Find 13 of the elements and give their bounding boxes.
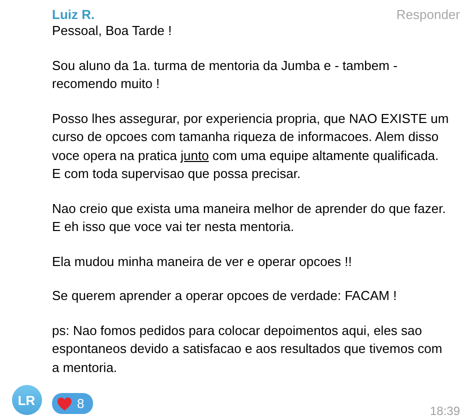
heart-icon [57,396,72,410]
avatar[interactable]: LR [12,385,42,415]
message-paragraph: ps: Nao fomos pedidos para colocar depoimentos aqui, eles sao espontaneos devido a satisfacao e aos resultados que tivemos com a mentoria. [52,322,444,376]
message-paragraph: Posso lhes assegurar, por experiencia propria, que NAO EXISTE um curso de opcoes com tamanha riqueza de informacoes. Alem disso voce opera na pratica junto com uma equipe altamente qualificada. E com toda supervisao que possa precisar. [52,110,450,183]
message-paragraph: Pessoal, Boa Tarde ! [52,22,173,40]
message-paragraph: Se querem aprender a operar opcoes de verdade: FACAM ! [52,287,398,305]
message-paragraph: Nao creio que exista uma maneira melhor de aprender do que fazer. E eh isso que voce vai ter nesta mentoria. [52,200,447,236]
message-paragraph: Ela mudou minha maneira de ver e operar opcoes !! [52,252,353,271]
author-name[interactable]: Luiz R. [52,7,95,22]
heart-reaction[interactable]: 8 [52,393,94,414]
message-time: 18:39 [430,404,460,418]
message-paragraph: Sou aluno da 1a. turma de mentoria da Jumba e - tambem - recomendo muito ! [52,56,398,93]
reply-link[interactable]: Responder [396,7,460,22]
